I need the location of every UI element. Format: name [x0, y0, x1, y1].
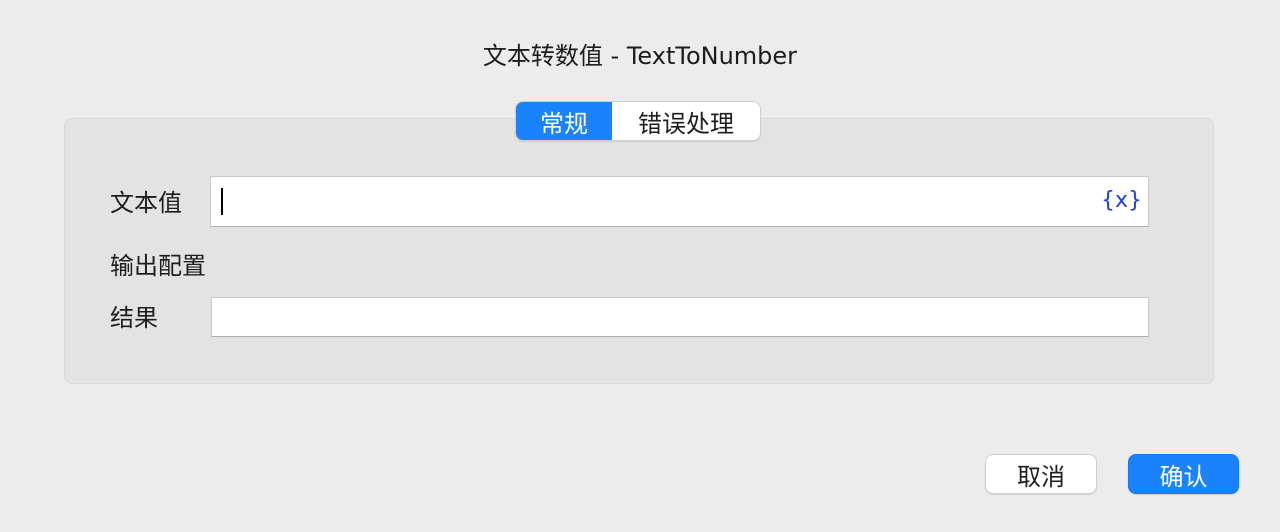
result-input[interactable] [211, 297, 1149, 337]
settings-panel [64, 118, 1214, 384]
dialog-window: 文本转数值 - TextToNumber 常规 错误处理 文本值 {x} 输出配… [0, 0, 1280, 532]
tab-error-handling[interactable]: 错误处理 [612, 102, 760, 140]
text-value-label: 文本值 [110, 189, 182, 217]
confirm-button[interactable]: 确认 [1128, 454, 1239, 494]
text-value-input[interactable]: {x} [210, 176, 1149, 227]
tab-bar: 常规 错误处理 [515, 101, 761, 141]
dialog-title: 文本转数值 - TextToNumber [482, 42, 798, 70]
text-cursor [221, 188, 223, 215]
result-label: 结果 [110, 304, 158, 332]
cancel-button[interactable]: 取消 [985, 454, 1097, 494]
insert-variable-button[interactable]: {x} [1101, 185, 1142, 217]
output-config-label: 输出配置 [110, 252, 206, 280]
tab-general[interactable]: 常规 [516, 102, 612, 140]
